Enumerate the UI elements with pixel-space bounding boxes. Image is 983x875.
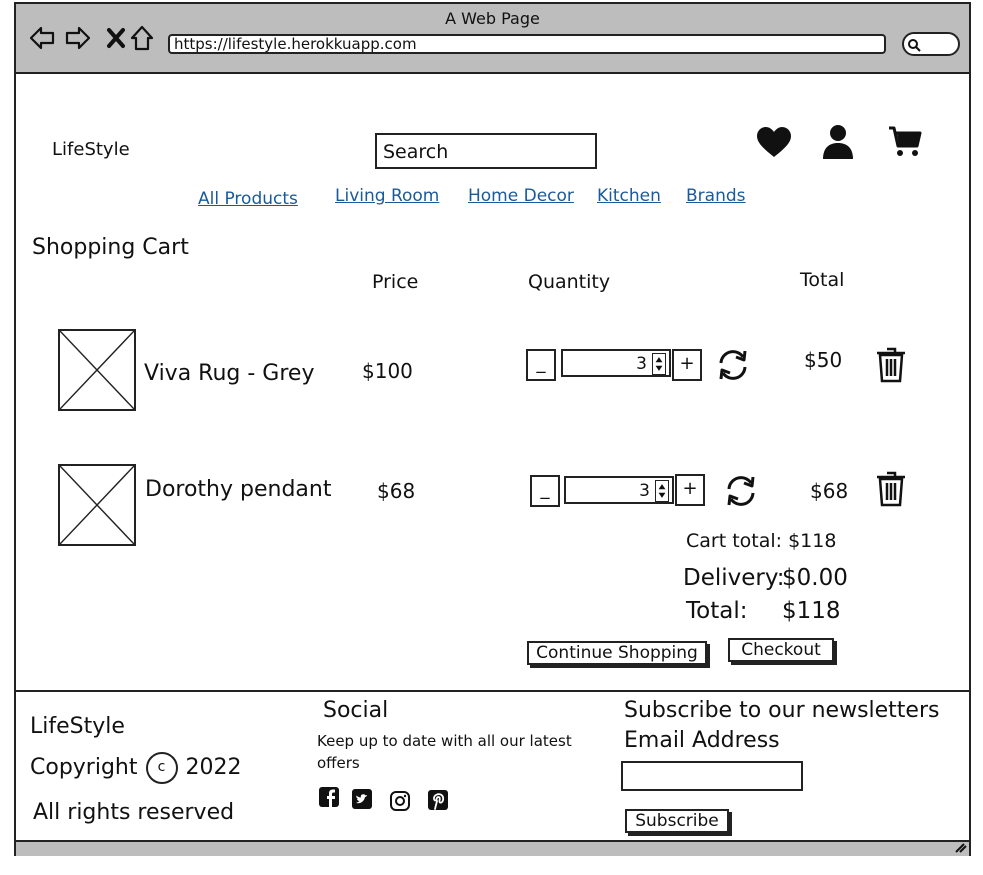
- nav-link-living-room[interactable]: Living Room: [335, 186, 439, 206]
- product-name[interactable]: Dorothy pendant: [145, 477, 331, 502]
- quantity-input[interactable]: 3: [561, 349, 671, 377]
- cart-total: Cart total: $118: [686, 530, 837, 552]
- home-icon[interactable]: [128, 24, 156, 52]
- refresh-icon[interactable]: [724, 474, 758, 508]
- user-icon[interactable]: [822, 124, 854, 160]
- footer: LifeStyle Copyright c 2022 All rights rese…: [16, 690, 969, 842]
- nav-link-home-decor[interactable]: Home Decor: [468, 186, 574, 206]
- url-bar[interactable]: https://lifestyle.herokkuapp.com: [168, 34, 886, 54]
- search-input[interactable]: Search: [375, 133, 597, 169]
- instagram-icon[interactable]: [389, 790, 411, 812]
- trash-icon[interactable]: [876, 347, 906, 383]
- spinner-arrows-icon[interactable]: [652, 353, 666, 375]
- line-total: $50: [804, 348, 843, 372]
- product-price: $68: [377, 479, 416, 503]
- pinterest-icon[interactable]: [427, 789, 449, 811]
- delivery-label: Delivery:: [683, 565, 785, 591]
- copyright-year: 2022: [185, 755, 242, 780]
- window-title: A Web Page: [445, 9, 540, 28]
- social-heading: Social: [323, 698, 389, 723]
- product-price: $100: [362, 359, 413, 383]
- email-label: Email Address: [624, 728, 780, 753]
- twitter-icon[interactable]: [351, 788, 373, 810]
- spinner-arrows-icon[interactable]: [655, 480, 669, 502]
- cart-heading: Shopping Cart: [32, 235, 189, 260]
- stop-x-icon[interactable]: [102, 24, 130, 52]
- quantity-value: 3: [639, 481, 650, 501]
- copyright-prefix: Copyright: [30, 755, 138, 780]
- product-image-placeholder[interactable]: [58, 464, 136, 546]
- forward-arrow-icon[interactable]: [64, 24, 92, 52]
- copyright-icon: c: [145, 752, 178, 784]
- refresh-icon[interactable]: [716, 348, 750, 382]
- trash-icon[interactable]: [876, 471, 906, 507]
- status-bar: [16, 842, 969, 856]
- footer-brand: LifeStyle: [30, 714, 125, 739]
- back-arrow-icon[interactable]: [28, 24, 56, 52]
- subscribe-heading: Subscribe to our newsletters: [624, 698, 940, 723]
- quantity-minus-button[interactable]: _: [526, 349, 556, 381]
- quantity-input[interactable]: 3: [564, 476, 674, 504]
- copyright: Copyright c 2022: [30, 752, 242, 784]
- total-value: $118: [782, 598, 841, 624]
- nav-link-brands[interactable]: Brands: [686, 186, 746, 206]
- column-quantity: Quantity: [528, 271, 611, 293]
- browser-window: A Web Page https://lifestyle.herokkuapp.…: [14, 2, 971, 856]
- delivery-value: $0.00: [782, 565, 848, 591]
- cart-icon[interactable]: [888, 126, 922, 158]
- heart-icon[interactable]: [756, 126, 792, 158]
- checkout-button[interactable]: Checkout: [728, 638, 834, 662]
- social-text: Keep up to date with all our latest offe…: [317, 732, 572, 772]
- rights-text: All rights reserved: [33, 800, 235, 825]
- product-image-placeholder[interactable]: [58, 329, 136, 411]
- nav-link-all-products[interactable]: All Products: [198, 189, 298, 209]
- nav-link-kitchen[interactable]: Kitchen: [597, 186, 661, 206]
- line-total: $68: [810, 479, 849, 503]
- quantity-plus-button[interactable]: +: [672, 349, 702, 381]
- quantity-value: 3: [636, 354, 647, 374]
- browser-search-box[interactable]: [902, 32, 960, 56]
- resize-grip-icon[interactable]: [950, 840, 968, 854]
- product-name[interactable]: Viva Rug - Grey: [144, 361, 314, 386]
- column-total: Total: [800, 269, 845, 291]
- column-price: Price: [372, 271, 419, 293]
- quantity-plus-button[interactable]: +: [675, 474, 705, 506]
- total-label: Total:: [686, 598, 748, 624]
- email-input[interactable]: [621, 761, 803, 791]
- browser-chrome: A Web Page https://lifestyle.herokkuapp.…: [16, 4, 969, 74]
- magnifier-icon: [908, 39, 921, 52]
- site-logo[interactable]: LifeStyle: [52, 139, 130, 160]
- subscribe-button[interactable]: Subscribe: [625, 809, 729, 833]
- continue-shopping-button[interactable]: Continue Shopping: [527, 641, 707, 665]
- facebook-icon[interactable]: [318, 786, 340, 808]
- quantity-minus-button[interactable]: _: [530, 475, 560, 507]
